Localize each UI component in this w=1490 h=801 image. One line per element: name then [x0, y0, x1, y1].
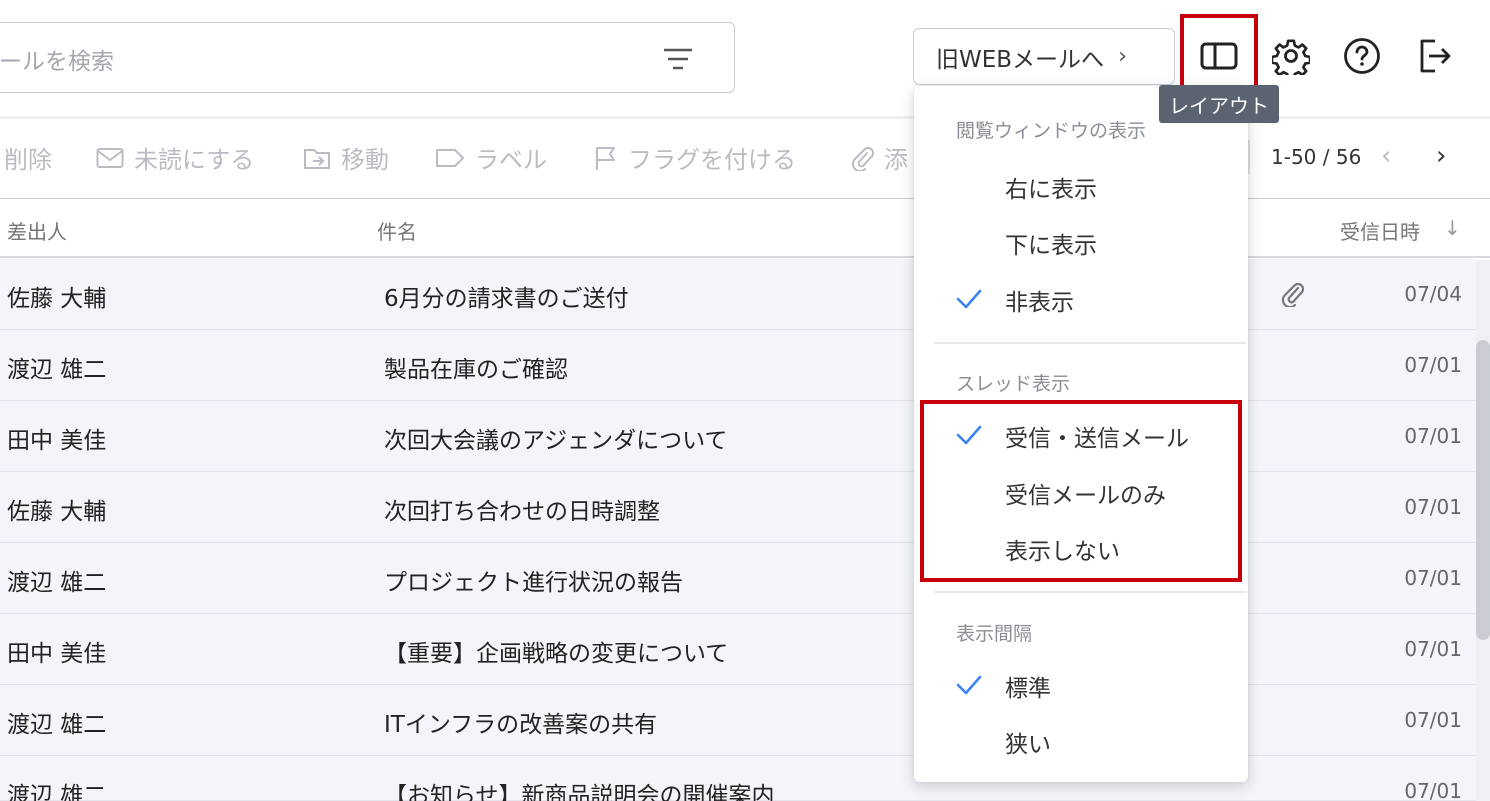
menu-item-label: 下に表示	[1005, 233, 1097, 259]
list-scrollbar-thumb[interactable]	[1476, 340, 1490, 640]
label-label: ラベル	[475, 146, 547, 174]
help-button[interactable]	[1342, 36, 1382, 76]
table-row[interactable]: 佐藤 大輔 6月分の請求書のご送付 07/04	[0, 259, 1476, 330]
thread-header: スレッド表示	[956, 373, 1071, 395]
old-webmail-label: 旧WEBメールへ	[936, 46, 1105, 73]
envelope-icon	[96, 147, 124, 168]
mail-client: ールを検索 旧WEBメールへ › 削除 未読にする 移動 ラベル フラグを付ける…	[0, 0, 1490, 801]
flag-icon	[596, 146, 615, 170]
table-row[interactable]: 田中 美佳 【重要】企画戦略の変更について 07/01	[0, 614, 1476, 685]
menu-item-show-right[interactable]: 右に表示	[914, 160, 1248, 212]
row-date: 07/01	[1404, 353, 1462, 377]
row-subject: 次回打ち合わせの日時調整	[384, 499, 660, 525]
table-row[interactable]: 田中 美佳 次回大会議のアジェンダについて 07/01	[0, 401, 1476, 472]
layout-tooltip: レイアウト	[1159, 85, 1279, 123]
reading-pane-header: 閲覧ウィンドウの表示	[956, 120, 1147, 142]
help-icon	[1344, 38, 1380, 74]
table-row[interactable]: 渡辺 雄二 製品在庫のご確認 07/01	[0, 330, 1476, 401]
row-sender: 渡辺 雄二	[7, 357, 107, 383]
row-date: 07/01	[1404, 566, 1462, 590]
check-icon	[956, 289, 982, 309]
logout-button[interactable]	[1414, 36, 1454, 76]
row-date: 07/01	[1404, 424, 1462, 448]
table-row[interactable]: 渡辺 雄二 ITインフラの改善案の共有 07/01	[0, 685, 1476, 756]
mark-unread-button[interactable]: 未読にする	[96, 140, 254, 175]
row-date: 07/04	[1404, 282, 1462, 306]
mail-toolbar: 削除 未読にする 移動 ラベル フラグを付ける 添	[0, 128, 1490, 184]
row-date: 07/01	[1404, 708, 1462, 732]
table-row[interactable]: 佐藤 大輔 次回打ち合わせの日時調整 07/01	[0, 472, 1476, 543]
check-icon	[956, 675, 982, 695]
menu-divider	[934, 342, 1246, 344]
paperclip-icon	[851, 146, 874, 171]
row-subject: ITインフラの改善案の共有	[384, 712, 658, 738]
row-date: 07/01	[1404, 779, 1462, 801]
pager-count: 1-50 / 56	[1271, 145, 1362, 169]
menu-item-label: 狭い	[1005, 732, 1051, 758]
settings-button[interactable]	[1271, 36, 1311, 76]
menu-item-label: 標準	[1005, 676, 1051, 702]
density-header: 表示間隔	[956, 623, 1033, 645]
delete-button[interactable]: 削除	[4, 140, 52, 175]
menu-item-density-normal[interactable]: 標準	[914, 659, 1248, 711]
attach-label: 添	[884, 146, 908, 174]
table-row[interactable]: 渡辺 雄二 【お知らせ】新商品説明会の開催案内 07/01	[0, 756, 1476, 801]
attach-button[interactable]: 添	[850, 140, 908, 175]
column-subject[interactable]: 件名	[377, 216, 417, 245]
flag-button[interactable]: フラグを付ける	[594, 140, 796, 175]
sort-down-icon[interactable]: ↓	[1444, 216, 1461, 240]
old-webmail-button[interactable]: 旧WEBメールへ ›	[913, 28, 1175, 85]
prev-page-button[interactable]: ‹	[1381, 141, 1391, 171]
gear-icon	[1272, 39, 1310, 75]
row-subject: 【お知らせ】新商品説明会の開催案内	[384, 783, 775, 801]
column-sender[interactable]: 差出人	[7, 216, 67, 245]
label-button[interactable]: ラベル	[435, 140, 547, 175]
move-folder-icon	[304, 148, 330, 169]
mail-table-header: 差出人 件名 受信日時 ↓	[0, 198, 1490, 258]
column-date[interactable]: 受信日時	[1340, 216, 1420, 245]
menu-item-label: 非表示	[1005, 290, 1074, 316]
row-sender: 渡辺 雄二	[7, 783, 107, 801]
mark-unread-label: 未読にする	[134, 146, 255, 174]
filter-icon[interactable]	[663, 47, 693, 71]
search-placeholder: ールを検索	[0, 49, 114, 75]
next-page-button[interactable]: ›	[1436, 141, 1446, 171]
table-row[interactable]: 渡辺 雄二 プロジェクト進行状況の報告 07/01	[0, 543, 1476, 614]
menu-item-hide[interactable]: 非表示	[914, 273, 1248, 325]
row-sender: 佐藤 大輔	[7, 499, 107, 525]
chevron-right-icon: ›	[1118, 44, 1127, 69]
row-subject: 6月分の請求書のご送付	[384, 286, 629, 312]
row-sender: 田中 美佳	[7, 641, 107, 667]
move-button[interactable]: 移動	[303, 140, 389, 175]
row-sender: 渡辺 雄二	[7, 712, 107, 738]
menu-item-density-compact[interactable]: 狭い	[914, 715, 1248, 767]
row-date: 07/01	[1404, 637, 1462, 661]
move-label: 移動	[341, 146, 389, 174]
pager-divider	[1248, 140, 1250, 174]
row-sender: 渡辺 雄二	[7, 570, 107, 596]
flag-label: フラグを付ける	[628, 146, 796, 174]
delete-label: 削除	[4, 146, 52, 174]
label-tag-icon	[436, 148, 464, 167]
row-subject: 製品在庫のご確認	[384, 357, 568, 383]
layout-highlight-box	[1180, 14, 1258, 94]
menu-divider	[934, 591, 1246, 593]
attachment-icon	[1281, 282, 1305, 307]
logout-icon	[1420, 39, 1451, 73]
menu-item-label: 右に表示	[1005, 177, 1097, 203]
thread-highlight-box	[920, 400, 1242, 582]
row-subject: 次回大会議のアジェンダについて	[384, 428, 728, 454]
row-date: 07/01	[1404, 495, 1462, 519]
row-sender: 田中 美佳	[7, 428, 107, 454]
row-sender: 佐藤 大輔	[7, 286, 107, 312]
row-subject: プロジェクト進行状況の報告	[384, 570, 683, 596]
search-input[interactable]: ールを検索	[0, 22, 735, 93]
menu-item-show-bottom[interactable]: 下に表示	[914, 216, 1248, 268]
row-subject: 【重要】企画戦略の変更について	[384, 641, 729, 667]
